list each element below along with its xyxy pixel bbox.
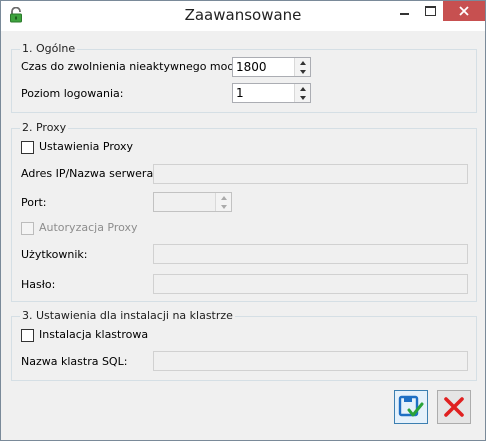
proxy-port-stepper[interactable] xyxy=(153,192,232,212)
log-level-stepper[interactable]: 1 xyxy=(232,83,311,103)
proxy-user-label: Użytkownik: xyxy=(21,248,88,261)
cluster-group-title: 3. Ustawienia dla instalacji na klastrze xyxy=(20,309,235,323)
save-icon xyxy=(398,395,424,417)
arrow-up-icon xyxy=(220,195,227,200)
proxy-auth-label: Autoryzacja Proxy xyxy=(39,221,138,234)
cluster-group: 3. Ustawienia dla instalacji na klastrze xyxy=(11,309,477,381)
idle-timeout-label: Czas do zwolnienia nieaktywnego modułu: xyxy=(21,60,256,73)
close-button[interactable] xyxy=(443,1,485,21)
general-group-title: 1. Ogólne xyxy=(20,42,78,56)
minimize-button[interactable] xyxy=(391,1,417,21)
proxy-group-title: 2. Proxy xyxy=(20,121,69,135)
log-level-value: 1 xyxy=(236,86,244,100)
log-level-label: Poziom logowania: xyxy=(21,87,124,100)
proxy-settings-label: Ustawienia Proxy xyxy=(39,140,134,153)
arrow-down-icon xyxy=(299,69,306,74)
save-button[interactable] xyxy=(394,390,428,424)
maximize-icon xyxy=(424,6,436,16)
cluster-install-checkbox[interactable] xyxy=(21,329,34,342)
proxy-user-input[interactable] xyxy=(153,244,468,264)
arrow-down-icon xyxy=(299,95,306,100)
idle-timeout-down-button[interactable] xyxy=(295,67,310,76)
cluster-install-label: Instalacja klastrowa xyxy=(39,328,149,341)
idle-timeout-stepper[interactable]: 1800 xyxy=(232,57,311,77)
maximize-button[interactable] xyxy=(417,1,443,21)
cancel-button[interactable] xyxy=(437,390,471,424)
close-icon xyxy=(459,6,469,16)
sql-cluster-input[interactable] xyxy=(153,351,468,371)
proxy-settings-checkbox[interactable] xyxy=(21,141,34,154)
proxy-password-label: Hasło: xyxy=(21,278,56,291)
proxy-port-label: Port: xyxy=(21,196,47,209)
proxy-port-down-button[interactable] xyxy=(216,202,231,211)
sql-cluster-label: Nazwa klastra SQL: xyxy=(21,355,128,368)
arrow-up-icon xyxy=(299,60,306,65)
dialog-window: Zaawansowane 1. Ogólne Czas do zwolnieni… xyxy=(0,0,486,441)
cancel-icon xyxy=(444,397,464,417)
proxy-address-input[interactable] xyxy=(153,164,468,184)
proxy-password-input[interactable] xyxy=(153,274,468,294)
idle-timeout-value: 1800 xyxy=(236,60,267,74)
log-level-down-button[interactable] xyxy=(295,93,310,102)
arrow-up-icon xyxy=(299,86,306,91)
proxy-auth-checkbox[interactable] xyxy=(21,222,34,235)
arrow-down-icon xyxy=(220,204,227,209)
proxy-address-label: Adres IP/Nazwa serwera: xyxy=(21,167,157,180)
minimize-icon xyxy=(399,13,409,15)
title-bar: Zaawansowane xyxy=(1,1,485,31)
